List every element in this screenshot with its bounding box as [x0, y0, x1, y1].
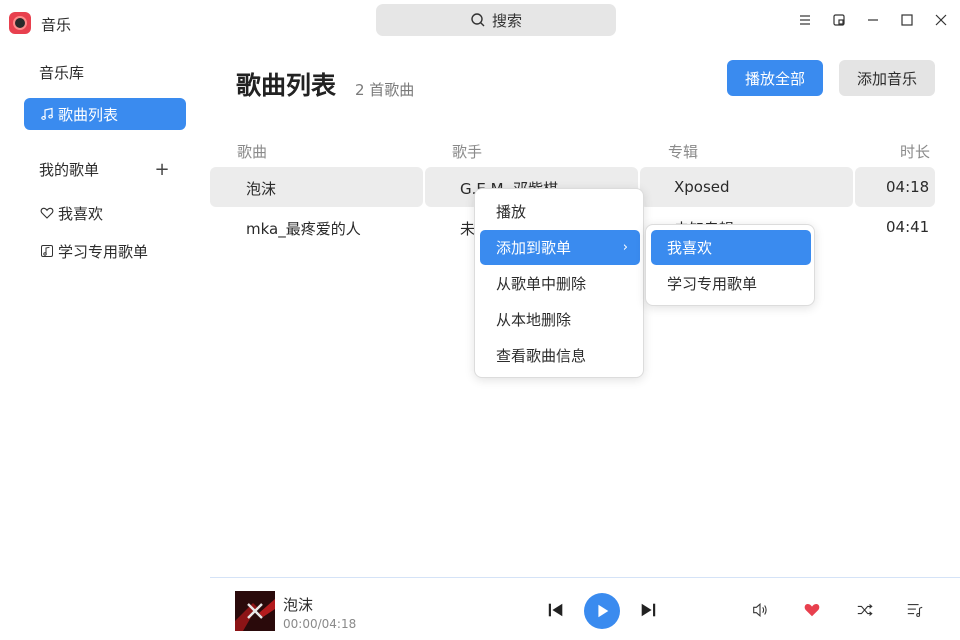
- sidebar-item-songs[interactable]: 歌曲列表: [24, 98, 186, 130]
- shuffle-icon[interactable]: [855, 600, 875, 620]
- column-header-artist[interactable]: 歌手: [452, 141, 482, 162]
- column-header-song[interactable]: 歌曲: [237, 141, 267, 162]
- heart-icon[interactable]: [802, 600, 822, 620]
- add-music-button[interactable]: 添加音乐: [839, 60, 935, 96]
- song-title: 泡沫: [246, 180, 277, 198]
- app-logo-icon: [9, 12, 31, 34]
- menu-item-song-info[interactable]: 查看歌曲信息: [480, 338, 640, 373]
- sidebar-section-playlists: 我的歌单: [39, 160, 100, 179]
- song-album: Xposed: [674, 178, 730, 196]
- player-bar: 泡沫 00:00/04:18: [210, 577, 960, 640]
- maximize-icon[interactable]: [898, 11, 916, 29]
- search-input[interactable]: 搜索: [376, 4, 616, 36]
- previous-icon[interactable]: [546, 600, 566, 620]
- sidebar-item-label: 歌曲列表: [58, 105, 119, 124]
- sidebar-section-library: 音乐库: [39, 63, 85, 82]
- close-icon[interactable]: [932, 11, 950, 29]
- minimize-icon[interactable]: [864, 11, 882, 29]
- submenu-item-study-playlist[interactable]: 学习专用歌单: [651, 266, 811, 301]
- sidebar-item-study-playlist[interactable]: 学习专用歌单: [24, 235, 186, 267]
- heart-icon: [38, 206, 56, 220]
- submenu-playlists: 我喜欢 学习专用歌单: [645, 224, 815, 306]
- song-duration: 04:18: [886, 178, 930, 196]
- sidebar-item-favorites[interactable]: 我喜欢: [24, 197, 186, 229]
- album-cover[interactable]: [235, 591, 275, 631]
- now-playing-time: 00:00/04:18: [283, 617, 357, 631]
- song-duration: 04:41: [886, 218, 930, 236]
- title-bar: 音乐 搜索: [0, 0, 960, 42]
- menu-icon[interactable]: [796, 11, 814, 29]
- chevron-right-icon: ›: [622, 240, 628, 255]
- mini-mode-icon[interactable]: [830, 11, 848, 29]
- search-placeholder: 搜索: [491, 11, 522, 30]
- app-title: 音乐: [41, 16, 72, 34]
- search-icon: [471, 13, 485, 27]
- music-note-icon: [38, 244, 56, 258]
- menu-item-play[interactable]: 播放: [480, 194, 640, 229]
- page-title: 歌曲列表: [236, 71, 337, 100]
- context-menu: 播放 添加到歌单 › 从歌单中删除 从本地删除 查看歌曲信息: [474, 188, 644, 378]
- music-note-icon: [38, 107, 56, 121]
- play-button[interactable]: [584, 593, 620, 629]
- menu-item-delete-local[interactable]: 从本地删除: [480, 302, 640, 337]
- next-icon[interactable]: [638, 600, 658, 620]
- sidebar: 音乐库 歌曲列表 我的歌单 + 我喜欢 学习专用歌单: [0, 42, 200, 578]
- volume-icon[interactable]: [750, 600, 770, 620]
- column-header-album[interactable]: 专辑: [668, 141, 698, 162]
- sidebar-item-label: 我喜欢: [58, 204, 104, 223]
- song-count: 2 首歌曲: [355, 81, 415, 99]
- play-all-button[interactable]: 播放全部: [727, 60, 823, 96]
- menu-item-add-to-playlist[interactable]: 添加到歌单 ›: [480, 230, 640, 265]
- column-header-duration[interactable]: 时长: [900, 141, 930, 162]
- add-playlist-button[interactable]: +: [154, 159, 170, 180]
- sidebar-item-label: 学习专用歌单: [58, 242, 149, 261]
- menu-item-remove-from-playlist[interactable]: 从歌单中删除: [480, 266, 640, 301]
- playlist-queue-icon[interactable]: [905, 600, 925, 620]
- song-title: mka_最疼爱的人: [246, 220, 361, 238]
- play-icon: [598, 604, 609, 618]
- menu-item-label: 添加到歌单: [496, 239, 572, 257]
- submenu-item-favorites[interactable]: 我喜欢: [651, 230, 811, 265]
- now-playing-title: 泡沫: [283, 596, 314, 614]
